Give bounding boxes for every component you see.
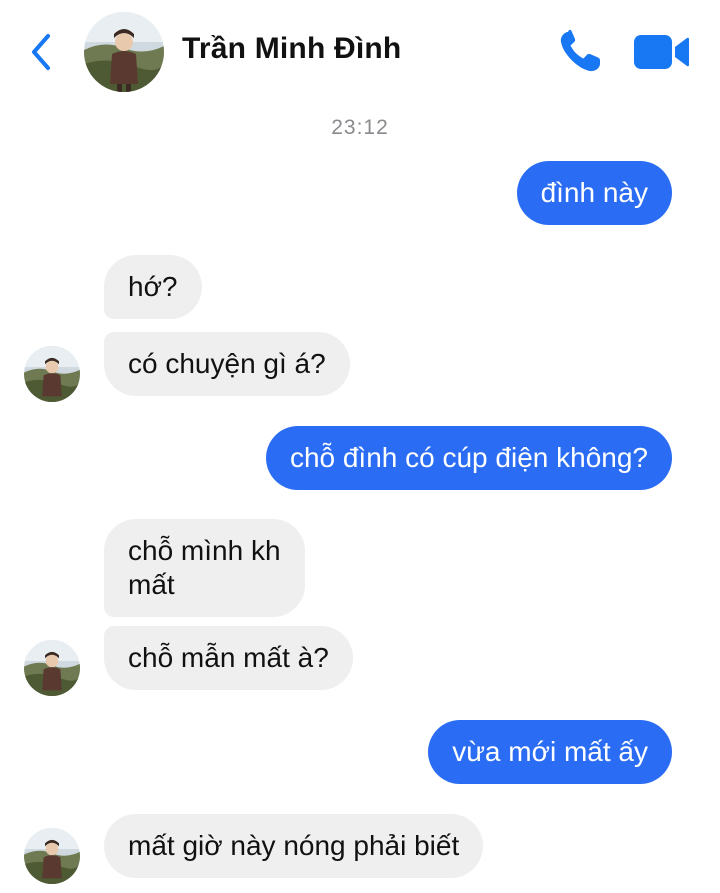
contact-avatar-small[interactable]: [24, 828, 80, 884]
message-sent[interactable]: vừa mới mất ấy: [428, 720, 672, 784]
message-sent[interactable]: đình này: [516, 161, 672, 225]
message-received-multiline[interactable]: chỗ mình kh mất: [104, 519, 305, 617]
chevron-left-icon[interactable]: [22, 30, 62, 74]
contact-name[interactable]: Trần Minh Đình: [182, 32, 401, 66]
message-sent[interactable]: chỗ đình có cúp điện không?: [265, 426, 672, 490]
contact-avatar[interactable]: [84, 12, 164, 92]
message-received[interactable]: có chuyện gì á?: [104, 332, 350, 396]
video-camera-icon[interactable]: [632, 30, 690, 74]
contact-avatar-small[interactable]: [24, 640, 80, 696]
phone-icon[interactable]: [556, 28, 604, 76]
chat-header: Trần Minh Đình: [0, 0, 720, 100]
message-line: mất: [128, 569, 175, 600]
message-received[interactable]: mất giờ này nóng phải biết: [104, 814, 484, 878]
message-timestamp: 23:12: [331, 116, 389, 139]
contact-avatar-small[interactable]: [24, 346, 80, 402]
message-line: chỗ mình kh: [128, 535, 281, 566]
message-received[interactable]: hớ?: [104, 255, 202, 319]
message-received[interactable]: chỗ mẫn mất à?: [104, 626, 353, 690]
